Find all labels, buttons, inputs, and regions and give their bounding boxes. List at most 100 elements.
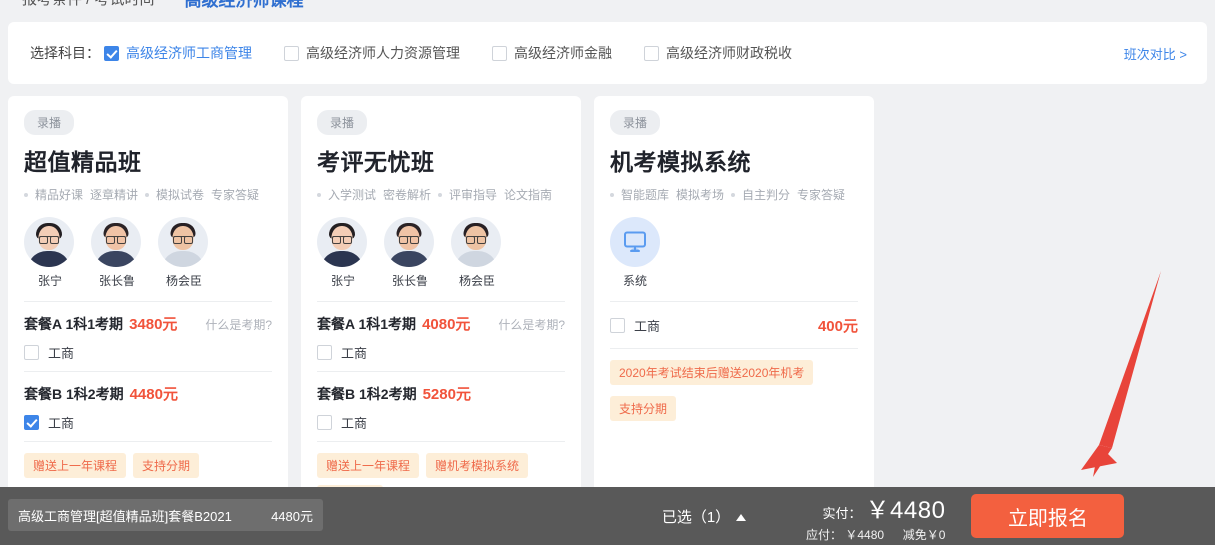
- selected-count-label: 已选（1）: [661, 508, 731, 526]
- instructor[interactable]: 杨会臣: [158, 217, 210, 289]
- subject-label-hr: 高级经济师人力资源管理: [306, 45, 460, 61]
- subject-label-business: 高级经济师工商管理: [126, 45, 252, 61]
- exam-period-help-link[interactable]: 什么是考期?: [498, 316, 565, 333]
- promo-tag: 赠送上一年课程: [317, 453, 420, 478]
- course-card-exam-simulator: 录播 机考模拟系统 智能题库 模拟考场 自主判分 专家答疑 系统 工商 400元…: [594, 96, 874, 516]
- package-option[interactable]: 工商: [24, 343, 272, 362]
- course-features: 智能题库 模拟考场 自主判分 专家答疑: [610, 186, 858, 203]
- checkbox-icon[interactable]: [317, 345, 332, 360]
- package-option[interactable]: 工商: [317, 343, 565, 362]
- selected-item-name: 高级工商管理[超值精品班]套餐B2021: [18, 508, 232, 524]
- package-a: 套餐A 1科1考期 3480元 什么是考期? 工商: [24, 302, 272, 371]
- instructor[interactable]: 张长鲁: [91, 217, 143, 289]
- instructor-list: 张宁 张长鲁 杨会臣: [317, 217, 565, 289]
- instructor-name: 张宁: [37, 274, 62, 288]
- package-option[interactable]: 工商: [24, 413, 272, 432]
- instructor-name: 杨会臣: [165, 274, 202, 288]
- course-type-badge: 录播: [610, 110, 661, 135]
- package-option[interactable]: 工商: [317, 413, 565, 432]
- package-b: 套餐B 1科2考期 4480元 工商: [24, 372, 272, 441]
- package-name: 套餐A 1科1考期: [317, 316, 417, 332]
- system-label: 系统: [622, 274, 647, 288]
- actual-payment-label: 实付：: [822, 505, 862, 521]
- monitor-icon: [610, 217, 660, 267]
- package-price: 4480元: [129, 386, 178, 403]
- instructor-name: 张长鲁: [98, 274, 135, 288]
- subject-selection-bar: 选择科目： 高级经济师工商管理 高级经济师人力资源管理 高级经济师金融 高级经济…: [8, 22, 1207, 84]
- checkbox-icon[interactable]: [644, 45, 659, 61]
- bullet-dot-icon: [610, 192, 614, 197]
- avatar: [24, 217, 74, 267]
- subject-checkbox-hr[interactable]: 高级经济师人力资源管理: [284, 43, 460, 63]
- feature-4: 专家答疑: [211, 188, 260, 202]
- instructor-list: 张宁 张长鲁 杨会臣: [24, 217, 272, 289]
- checkbox-icon[interactable]: [317, 415, 332, 430]
- package-option-label: 工商: [48, 416, 75, 431]
- top-nav-right-text: 高级经济师课程: [185, 0, 304, 8]
- selected-items-toggle[interactable]: 已选（1）: [624, 499, 784, 533]
- feature-1: 智能题库: [621, 188, 670, 202]
- course-features: 入学测试 密卷解析 评审指导 论文指南: [317, 186, 565, 203]
- promo-tag-list-2: 支持分期: [610, 385, 858, 421]
- course-title: 机考模拟系统: [610, 149, 751, 175]
- top-nav-cut: 报考条件 / 考试时间 高级经济师课程: [0, 0, 1215, 8]
- subject-label-finance: 高级经济师金融: [514, 45, 612, 61]
- course-selection-page: 报考条件 / 考试时间 高级经济师课程 选择科目： 高级经济师工商管理 高级经济…: [0, 0, 1215, 545]
- selected-item-price: 4480元: [271, 508, 313, 524]
- feature-4: 论文指南: [504, 188, 553, 202]
- promo-tag: 2020年考试结束后赠送2020年机考: [610, 360, 814, 385]
- enroll-now-button[interactable]: 立即报名: [971, 494, 1125, 538]
- chevron-up-icon[interactable]: [736, 513, 747, 521]
- instructor[interactable]: 张宁: [317, 217, 369, 289]
- course-title: 超值精品班: [24, 149, 142, 175]
- feature-1: 精品好课: [35, 188, 84, 202]
- bullet-dot-icon: [145, 192, 150, 197]
- selected-item-panel: 高级工商管理[超值精品班]套餐B2021 4480元: [8, 499, 323, 531]
- subject-checkbox-tax[interactable]: 高级经济师财政税收: [644, 43, 792, 63]
- system-block: 系统: [610, 217, 858, 289]
- class-comparison-link[interactable]: 班次对比 >: [1124, 44, 1187, 63]
- checkbox-icon[interactable]: [24, 415, 39, 430]
- course-card-list: 录播 超值精品班 精品好课 逐章精讲 模拟试卷 专家答疑 张宁 张长鲁 杨会臣 …: [8, 96, 874, 516]
- course-title: 考评无忧班: [317, 149, 435, 175]
- subject-checkbox-business[interactable]: 高级经济师工商管理: [104, 43, 252, 63]
- instructor[interactable]: 张宁: [24, 217, 76, 289]
- promo-tag-list: 赠送上一年课程 支持分期: [24, 442, 272, 478]
- package-price: 5280元: [422, 386, 471, 403]
- package-price: 3480元: [129, 316, 178, 333]
- exam-period-help-link[interactable]: 什么是考期?: [205, 316, 272, 333]
- due-payment-amount: ￥4480: [845, 527, 885, 542]
- course-type-badge: 录播: [24, 110, 75, 135]
- annotation-arrow-icon: [1081, 271, 1161, 477]
- avatar: [158, 217, 208, 267]
- bullet-dot-icon: [317, 192, 321, 197]
- instructor[interactable]: 张长鲁: [384, 217, 436, 289]
- promo-tag: 支持分期: [133, 453, 200, 478]
- package-option-label: 工商: [48, 346, 75, 361]
- package-name: 套餐A 1科1考期: [24, 316, 124, 332]
- package-b: 套餐B 1科2考期 5280元 工商: [317, 372, 565, 441]
- bullet-dot-icon: [731, 192, 736, 197]
- top-nav-left-text: 报考条件 / 考试时间: [22, 0, 155, 8]
- subject-label: 选择科目：: [30, 45, 100, 61]
- checkbox-icon[interactable]: [492, 45, 507, 61]
- instructor[interactable]: 杨会臣: [451, 217, 503, 289]
- avatar: [317, 217, 367, 267]
- feature-2: 密卷解析: [383, 188, 432, 202]
- checkbox-icon[interactable]: [24, 345, 39, 360]
- discount-amount: 减免￥0: [902, 527, 946, 542]
- promo-tag: 支持分期: [610, 396, 677, 421]
- subject-checkbox-finance[interactable]: 高级经济师金融: [492, 43, 612, 63]
- checkbox-icon[interactable]: [284, 45, 299, 61]
- feature-4: 专家答疑: [797, 188, 846, 202]
- package-name: 套餐B 1科2考期: [317, 386, 417, 402]
- course-features: 精品好课 逐章精讲 模拟试卷 专家答疑: [24, 186, 272, 203]
- feature-1: 入学测试: [328, 188, 377, 202]
- avatar: [91, 217, 141, 267]
- feature-3: 自主判分: [742, 188, 791, 202]
- checkbox-icon[interactable]: [104, 45, 119, 61]
- checkbox-icon[interactable]: [610, 318, 625, 333]
- course-card-worryfree: 录播 考评无忧班 入学测试 密卷解析 评审指导 论文指南 张宁 张长鲁 杨会臣 …: [301, 96, 581, 516]
- single-package-option[interactable]: 工商 400元: [610, 302, 858, 348]
- feature-3: 评审指导: [449, 188, 498, 202]
